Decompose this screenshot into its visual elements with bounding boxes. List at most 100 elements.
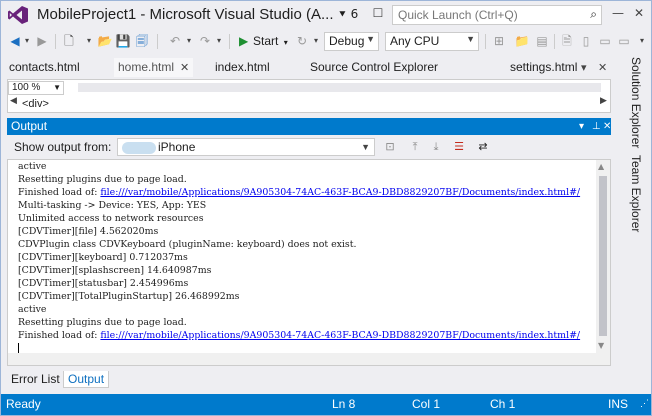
chevron-right-icon[interactable]: ▶ <box>600 96 607 106</box>
status-bar: Ready Ln 8 Col 1 Ch 1 INS ⋰ <box>1 394 651 415</box>
output-line-text: [CDVTimer][keyboard] 0.712037ms <box>18 252 188 263</box>
scroll-thumb[interactable] <box>599 176 607 336</box>
output-line-text: CDVPlugin class CDVKeyboard (pluginName:… <box>18 239 357 250</box>
output-line: Finished load of: file:///var/mobile/App… <box>18 329 580 342</box>
tab-contacts-html[interactable]: contacts.html <box>5 58 84 77</box>
output-line: [CDVTimer][TotalPluginStartup] 26.468992… <box>18 290 580 303</box>
output-text-area[interactable]: active Resetting plugins due to page load… <box>7 159 611 366</box>
window-position-icon[interactable]: ▾ <box>579 118 584 135</box>
outdent-icon[interactable]: ▭ <box>616 33 632 49</box>
toolbar-separator <box>229 34 230 49</box>
undo-dropdown-icon[interactable]: ▾ <box>181 33 197 49</box>
show-output-label: Show output from: <box>14 140 112 154</box>
page-icon[interactable]: 🗎 <box>559 33 575 49</box>
start-dropdown-icon[interactable]: ▾ <box>284 38 288 47</box>
browser-link-icon[interactable]: ⊞ <box>491 33 507 49</box>
output-line: [CDVTimer][keyboard] 0.712037ms <box>18 251 580 264</box>
output-line: Resetting plugins due to page load. <box>18 316 580 329</box>
start-debugging-button[interactable]: ▶ Start ▾ <box>237 32 288 51</box>
vertical-scrollbar[interactable]: ▲ ▼ <box>596 160 610 353</box>
search-icon[interactable]: ⌕ <box>590 7 597 22</box>
editor-area: 100 % ▼ ◀ <div> ▶ <box>7 79 611 113</box>
output-line: [CDVTimer][statusbar] 2.454996ms <box>18 277 580 290</box>
close-button[interactable]: ✕ <box>631 5 647 21</box>
feedback-icon[interactable]: ☐ <box>370 5 386 21</box>
output-line: Multi-tasking -> Device: YES, App: YES <box>18 199 580 212</box>
word-wrap-icon[interactable]: ⇄ <box>475 139 491 155</box>
horizontal-scrollbar[interactable] <box>78 83 601 92</box>
save-all-icon[interactable]: 🗐 <box>134 33 150 49</box>
output-panel-title: Output <box>11 119 48 133</box>
pin-icon[interactable]: ⊥ <box>592 118 601 135</box>
open-file-icon[interactable]: 📂 <box>97 33 113 49</box>
toolbar-separator <box>157 34 158 49</box>
toolbar-separator <box>55 34 56 49</box>
redo-dropdown-icon[interactable]: ▾ <box>211 33 227 49</box>
tab-source-control-explorer[interactable]: Source Control Explorer <box>306 58 442 77</box>
status-column: Col 1 <box>412 397 441 411</box>
close-icon[interactable]: ✕ <box>598 58 607 77</box>
notification-flag-icon: ⯆ <box>338 8 347 21</box>
output-line-text: Resetting plugins due to page load. <box>18 174 187 185</box>
quick-launch-placeholder: Quick Launch (Ctrl+Q) <box>398 8 518 22</box>
find-message-icon[interactable]: ⊡ <box>382 139 398 155</box>
horizontal-scrollbar[interactable] <box>8 353 610 365</box>
breadcrumb[interactable]: <div> <box>8 97 610 112</box>
tool-window-tabs: Error List Output <box>7 369 611 389</box>
folder-icon[interactable]: 📁 <box>514 33 530 49</box>
tab-label: Team Explorer <box>629 155 643 233</box>
back-dropdown-icon[interactable]: ▾ <box>19 33 35 49</box>
output-file-link[interactable]: file:///var/mobile/Applications/9A905304… <box>100 330 580 341</box>
notifications[interactable]: ⯆ 6 <box>338 7 358 22</box>
quick-launch-input[interactable]: Quick Launch (Ctrl+Q) ⌕ <box>392 5 602 25</box>
scroll-up-icon[interactable]: ▲ <box>598 162 604 171</box>
output-line: Resetting plugins due to page load. <box>18 173 580 186</box>
toolbar-separator <box>554 34 555 49</box>
tab-output[interactable]: Output <box>63 371 110 388</box>
tab-error-list[interactable]: Error List <box>7 371 64 388</box>
tab-label: contacts.html <box>9 60 80 74</box>
redacted-text <box>122 141 156 154</box>
toolbar-separator <box>485 34 486 49</box>
configuration-select[interactable]: Debug ▼ <box>324 32 379 51</box>
output-lines: active Resetting plugins due to page load… <box>18 160 580 355</box>
output-panel-header: Output ▾ ⊥ ✕ <box>7 118 611 135</box>
platform-value: Any CPU <box>390 34 440 48</box>
chevron-down-icon: ▼ <box>366 34 375 44</box>
save-icon[interactable]: 💾 <box>115 33 131 49</box>
tab-index-html[interactable]: index.html <box>211 58 274 77</box>
zoom-value: 100 % <box>12 82 41 93</box>
new-project-dropdown-icon[interactable]: ▾ <box>81 33 97 49</box>
bookmark-icon[interactable]: ▯ <box>578 33 594 49</box>
close-icon[interactable]: ✕ <box>180 62 189 74</box>
tab-list-dropdown-icon[interactable]: ▾ <box>581 58 587 77</box>
status-line: Ln 8 <box>332 397 356 411</box>
next-message-icon[interactable]: ⤓ <box>428 139 444 155</box>
platform-select[interactable]: Any CPU ▼ <box>385 32 479 51</box>
comment-icon[interactable]: ▤ <box>534 33 550 49</box>
tab-home-html[interactable]: home.html ✕ <box>114 58 194 77</box>
tab-label: home.html <box>118 60 175 74</box>
tab-settings-html[interactable]: settings.html <box>506 58 581 77</box>
minimize-button[interactable]: — <box>610 5 626 21</box>
close-icon[interactable]: ✕ <box>603 118 611 135</box>
toolbar-overflow-icon[interactable]: ▾ <box>634 33 650 49</box>
previous-message-icon[interactable]: ⤒ <box>407 139 423 155</box>
refresh-dropdown-icon[interactable]: ▾ <box>308 33 324 49</box>
notifications-count: 6 <box>350 7 359 21</box>
tab-team-explorer[interactable]: Team Explorer <box>629 155 643 232</box>
output-source-value: iPhone <box>158 140 196 154</box>
new-project-icon[interactable]: 🗋 <box>61 33 77 49</box>
output-line: Unlimited access to network resources <box>18 212 580 225</box>
navigate-forward-icon[interactable]: ▶ <box>34 33 50 49</box>
clear-all-icon[interactable]: ☰ <box>451 139 467 155</box>
zoom-select[interactable]: 100 % ▼ <box>8 81 64 95</box>
output-line: active <box>18 160 580 173</box>
resize-grip-icon[interactable]: ⋰ <box>640 393 649 414</box>
output-line-text: Multi-tasking -> Device: YES, App: YES <box>18 200 207 211</box>
indent-icon[interactable]: ▭ <box>597 33 613 49</box>
scroll-down-icon[interactable]: ▼ <box>598 341 604 350</box>
tab-solution-explorer[interactable]: Solution Explorer <box>629 57 643 148</box>
output-file-link[interactable]: file:///var/mobile/Applications/9A905304… <box>100 187 580 198</box>
output-source-select[interactable]: iPhone ▼ <box>117 138 375 156</box>
